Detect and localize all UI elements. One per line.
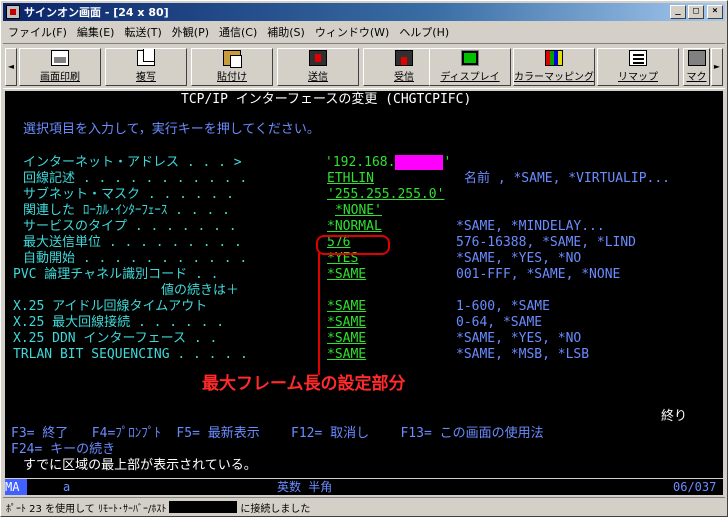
more-values-label: 値の続きは＋ — [161, 283, 240, 298]
field-label-subnet-mask: サブネット・マスク . . . . . . — [23, 187, 234, 202]
print-screen-button[interactable]: 画面印刷 — [19, 48, 101, 86]
color-mapping-icon — [545, 50, 563, 66]
field-label-autostart: 自動開始 . . . . . . . . . . . — [23, 251, 248, 266]
menu-bar: ファイル(F) 編集(E) 転送(T) 外観(P) 通信(C) 補助(S) ウィ… — [3, 22, 725, 41]
macro-button[interactable]: マク — [683, 48, 710, 86]
display-label: ディスプレイ — [440, 72, 500, 83]
receive-icon — [395, 50, 413, 66]
oia-cursor-position: 06/037 — [673, 480, 717, 494]
function-keys-line2[interactable]: F24= キーの続き — [11, 442, 115, 457]
field-label-internet-address: インターネット・アドレス . . . > — [23, 155, 242, 170]
redacted-address-block — [395, 155, 444, 170]
paste-label: 貼付け — [217, 72, 247, 83]
field-label-x25-max-circuits: X.25 最大回線接続 . . . . . . — [13, 315, 225, 330]
screen-message: すでに区域の最上部が表示されている。 — [23, 458, 257, 473]
color-mapping-button[interactable]: カラーマッピング — [513, 48, 595, 86]
field-label-max-transmission-unit: 最大送信単位 . . . . . . . . . — [23, 235, 242, 250]
field-label-line-description: 回線記述 . . . . . . . . . . . — [23, 171, 248, 186]
menu-file[interactable]: ファイル(F) — [3, 24, 72, 40]
close-button[interactable]: × — [707, 5, 723, 19]
remap-label: リマップ — [618, 72, 658, 83]
x25-max-circuits-field[interactable]: *SAME — [327, 315, 366, 330]
paste-icon — [223, 50, 242, 68]
macro-label: マク — [686, 72, 707, 83]
x25-idle-timeout-field[interactable]: *SAME — [327, 299, 366, 314]
color-mapping-label: カラーマッピング — [514, 72, 594, 83]
annotation-highlight-box — [316, 235, 390, 255]
type-of-service-hint: *SAME, *MINDELAY... — [456, 219, 605, 234]
window-title: サインオン画面 - [24 x 80] — [24, 6, 169, 19]
minimize-button[interactable]: _ — [670, 5, 686, 19]
copy-button[interactable]: 複写 — [105, 48, 187, 86]
title-bar[interactable]: サインオン画面 - [24 x 80] _ □ × — [3, 3, 725, 21]
paste-button[interactable]: 貼付け — [191, 48, 273, 86]
copy-icon — [137, 49, 155, 66]
terminal-screen[interactable]: TCP/IP インターフェースの変更 (CHGTCPIFC) 選択項目を入力して… — [5, 91, 723, 478]
app-icon[interactable] — [6, 5, 20, 19]
toolbar-scroll-left-button[interactable]: ◄ — [5, 48, 17, 86]
screen-title: TCP/IP インターフェースの変更 (CHGTCPIFC) — [181, 92, 472, 107]
oia-indicator: MA — [5, 479, 27, 495]
field-label-associated-local-interface: 関連した ﾛｰｶﾙ･ｲﾝﾀｰﾌｪｰｽ . . . . — [23, 203, 230, 218]
display-button[interactable]: ディスプレイ — [429, 48, 511, 86]
field-label-type-of-service: サービスのタイプ . . . . . . . — [23, 219, 237, 234]
line-description-hint: 名前 , *SAME, *VIRTUALIP... — [464, 171, 671, 186]
print-screen-label: 画面印刷 — [40, 72, 80, 83]
trlan-bit-sequencing-hint: *SAME, *MSB, *LSB — [456, 347, 590, 362]
redacted-host-block — [169, 501, 238, 513]
emulator-window: サインオン画面 - [24 x 80] _ □ × ファイル(F) 編集(E) … — [0, 0, 728, 517]
pvc-logical-channel-field[interactable]: *SAME — [327, 267, 366, 282]
x25-ddn-interface-field[interactable]: *SAME — [327, 331, 366, 346]
menu-edit[interactable]: 編集(E) — [72, 24, 120, 40]
autostart-hint: *SAME, *YES, *NO — [456, 251, 582, 266]
remap-icon — [629, 50, 647, 66]
print-icon — [51, 50, 69, 66]
operator-info-area: MA a 英数 半角 06/037 — [5, 479, 723, 495]
remap-button[interactable]: リマップ — [597, 48, 679, 86]
internet-address-value-end: ' — [443, 155, 452, 170]
subnet-mask-field[interactable]: '255.255.255.0' — [327, 187, 444, 202]
copy-label: 複写 — [136, 72, 156, 83]
field-label-pvc-logical-channel: PVC 論理チャネル識別コード . . — [13, 267, 219, 282]
menu-help[interactable]: ヘルプ(H) — [394, 24, 454, 40]
oia-input-mode: 英数 半角 — [277, 480, 333, 494]
line-description-field[interactable]: ETHLIN — [327, 171, 374, 186]
trlan-bit-sequencing-field[interactable]: *SAME — [327, 347, 366, 362]
status-text-after: に接続しました — [240, 503, 311, 515]
associated-local-interface-field[interactable]: *NONE' — [335, 203, 382, 218]
pvc-logical-channel-hint: 001-FFF, *SAME, *NONE — [456, 267, 621, 282]
send-button[interactable]: 送信 — [277, 48, 359, 86]
menu-appearance[interactable]: 外観(P) — [167, 24, 214, 40]
x25-max-circuits-hint: 0-64, *SAME — [456, 315, 543, 330]
max-transmission-unit-hint: 576-16388, *SAME, *LIND — [456, 235, 637, 250]
field-label-x25-ddn-interface: X.25 DDN インターフェース . . — [13, 331, 218, 346]
field-label-x25-idle-timeout: X.25 アイドル回線タイムアウト — [13, 299, 208, 314]
type-of-service-field[interactable]: *NORMAL — [327, 219, 382, 234]
function-keys-line1[interactable]: F3= 終了 F4=ﾌﾟﾛﾝﾌﾟﾄ F5= 最新表示 F12= 取消し F13=… — [11, 426, 544, 441]
field-label-trlan-bit-sequencing: TRLAN BIT SEQUENCING . . . . . — [13, 347, 248, 362]
internet-address-field[interactable]: '192.168. ' — [325, 155, 451, 170]
toolbar: ◄ 画面印刷 複写 貼付け 送信 受信 ディスプレイ カラーマッピング リマップ… — [3, 43, 725, 89]
toolbar-scroll-right-button[interactable]: ► — [711, 48, 723, 86]
more-indicator: 終り — [661, 409, 688, 424]
macro-icon — [687, 50, 706, 66]
maximize-button[interactable]: □ — [688, 5, 704, 19]
status-bar: ﾎﾟｰﾄ 23 を使用して ﾘﾓｰﾄ･ｻｰﾊﾞｰ/ﾎｽﾄ に接続しました — [3, 497, 725, 516]
receive-label: 受信 — [394, 72, 414, 83]
display-icon — [461, 50, 479, 66]
x25-idle-timeout-hint: 1-600, *SAME — [456, 299, 550, 314]
menu-window[interactable]: ウィンドウ(W) — [310, 24, 394, 40]
send-label: 送信 — [308, 72, 328, 83]
x25-ddn-interface-hint: *SAME, *YES, *NO — [456, 331, 582, 346]
screen-instruction: 選択項目を入力して，実行キーを押してください。 — [23, 122, 320, 137]
internet-address-value[interactable]: '192.168. — [325, 155, 395, 170]
annotation-label: 最大フレーム長の設定部分 — [202, 374, 406, 394]
menu-communication[interactable]: 通信(C) — [214, 24, 262, 40]
annotation-pointer-line — [318, 253, 320, 375]
status-text-before: ﾎﾟｰﾄ 23 を使用して ﾘﾓｰﾄ･ｻｰﾊﾞｰ/ﾎｽﾄ — [6, 503, 167, 515]
oia-mode: a — [63, 480, 71, 494]
menu-transfer[interactable]: 転送(T) — [119, 24, 166, 40]
menu-assist[interactable]: 補助(S) — [262, 24, 310, 40]
send-icon — [309, 50, 327, 66]
